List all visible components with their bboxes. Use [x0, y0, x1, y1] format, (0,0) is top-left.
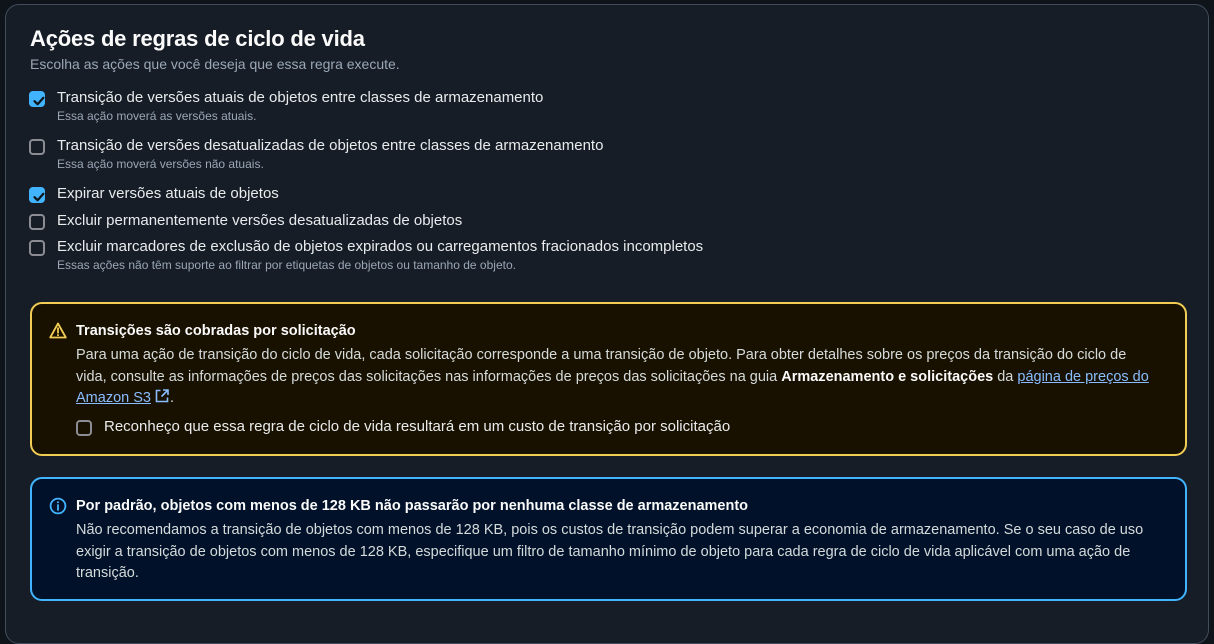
- section-subtitle: Escolha as ações que você deseja que ess…: [30, 56, 400, 72]
- checkmark-icon: [33, 192, 45, 202]
- external-link-icon: [155, 389, 169, 403]
- warning-icon: [49, 322, 67, 344]
- action-label: Transição de versões atuais de objetos e…: [57, 89, 544, 106]
- warning-body-bold: Armazenamento e solicitações: [781, 368, 994, 385]
- checkmark-icon: [33, 96, 45, 106]
- checkbox-checked[interactable]: [29, 91, 45, 107]
- acknowledge-checkbox[interactable]: [76, 420, 92, 436]
- info-alert: Por padrão, objetos com menos de 128 KB …: [30, 477, 1187, 601]
- action-label: Excluir permanentemente versões desatual…: [57, 212, 463, 229]
- lifecycle-actions-panel: Ações de regras de ciclo de vida Escolha…: [5, 4, 1209, 644]
- section-title: Ações de regras de ciclo de vida: [30, 26, 365, 51]
- info-body: Não recomendamos a transição de objetos …: [76, 522, 1144, 581]
- action-description: Essas ações não têm suporte ao filtrar p…: [57, 258, 516, 272]
- checkbox-unchecked[interactable]: [29, 240, 45, 256]
- acknowledge-label: Reconheço que essa regra de ciclo de vid…: [104, 418, 731, 435]
- action-label: Excluir marcadores de exclusão de objeto…: [57, 238, 704, 255]
- action-label: Expirar versões atuais de objetos: [57, 185, 279, 202]
- action-description: Essa ação moverá as versões atuais.: [57, 109, 257, 123]
- checkbox-unchecked[interactable]: [29, 214, 45, 230]
- info-title: Por padrão, objetos com menos de 128 KB …: [76, 498, 749, 514]
- info-icon: [49, 497, 67, 520]
- warning-body-text-2: da: [993, 368, 1018, 385]
- warning-body-end: .: [169, 390, 174, 406]
- warning-alert: Transições são cobradas por solicitação …: [30, 302, 1187, 456]
- warning-body: Para uma ação de transição do ciclo de v…: [76, 345, 1151, 410]
- checkbox-unchecked[interactable]: [29, 139, 45, 155]
- action-description: Essa ação moverá versões não atuais.: [57, 157, 264, 171]
- action-label: Transição de versões desatualizadas de o…: [57, 137, 604, 154]
- checkbox-checked[interactable]: [29, 187, 45, 203]
- warning-title: Transições são cobradas por solicitação: [76, 323, 356, 339]
